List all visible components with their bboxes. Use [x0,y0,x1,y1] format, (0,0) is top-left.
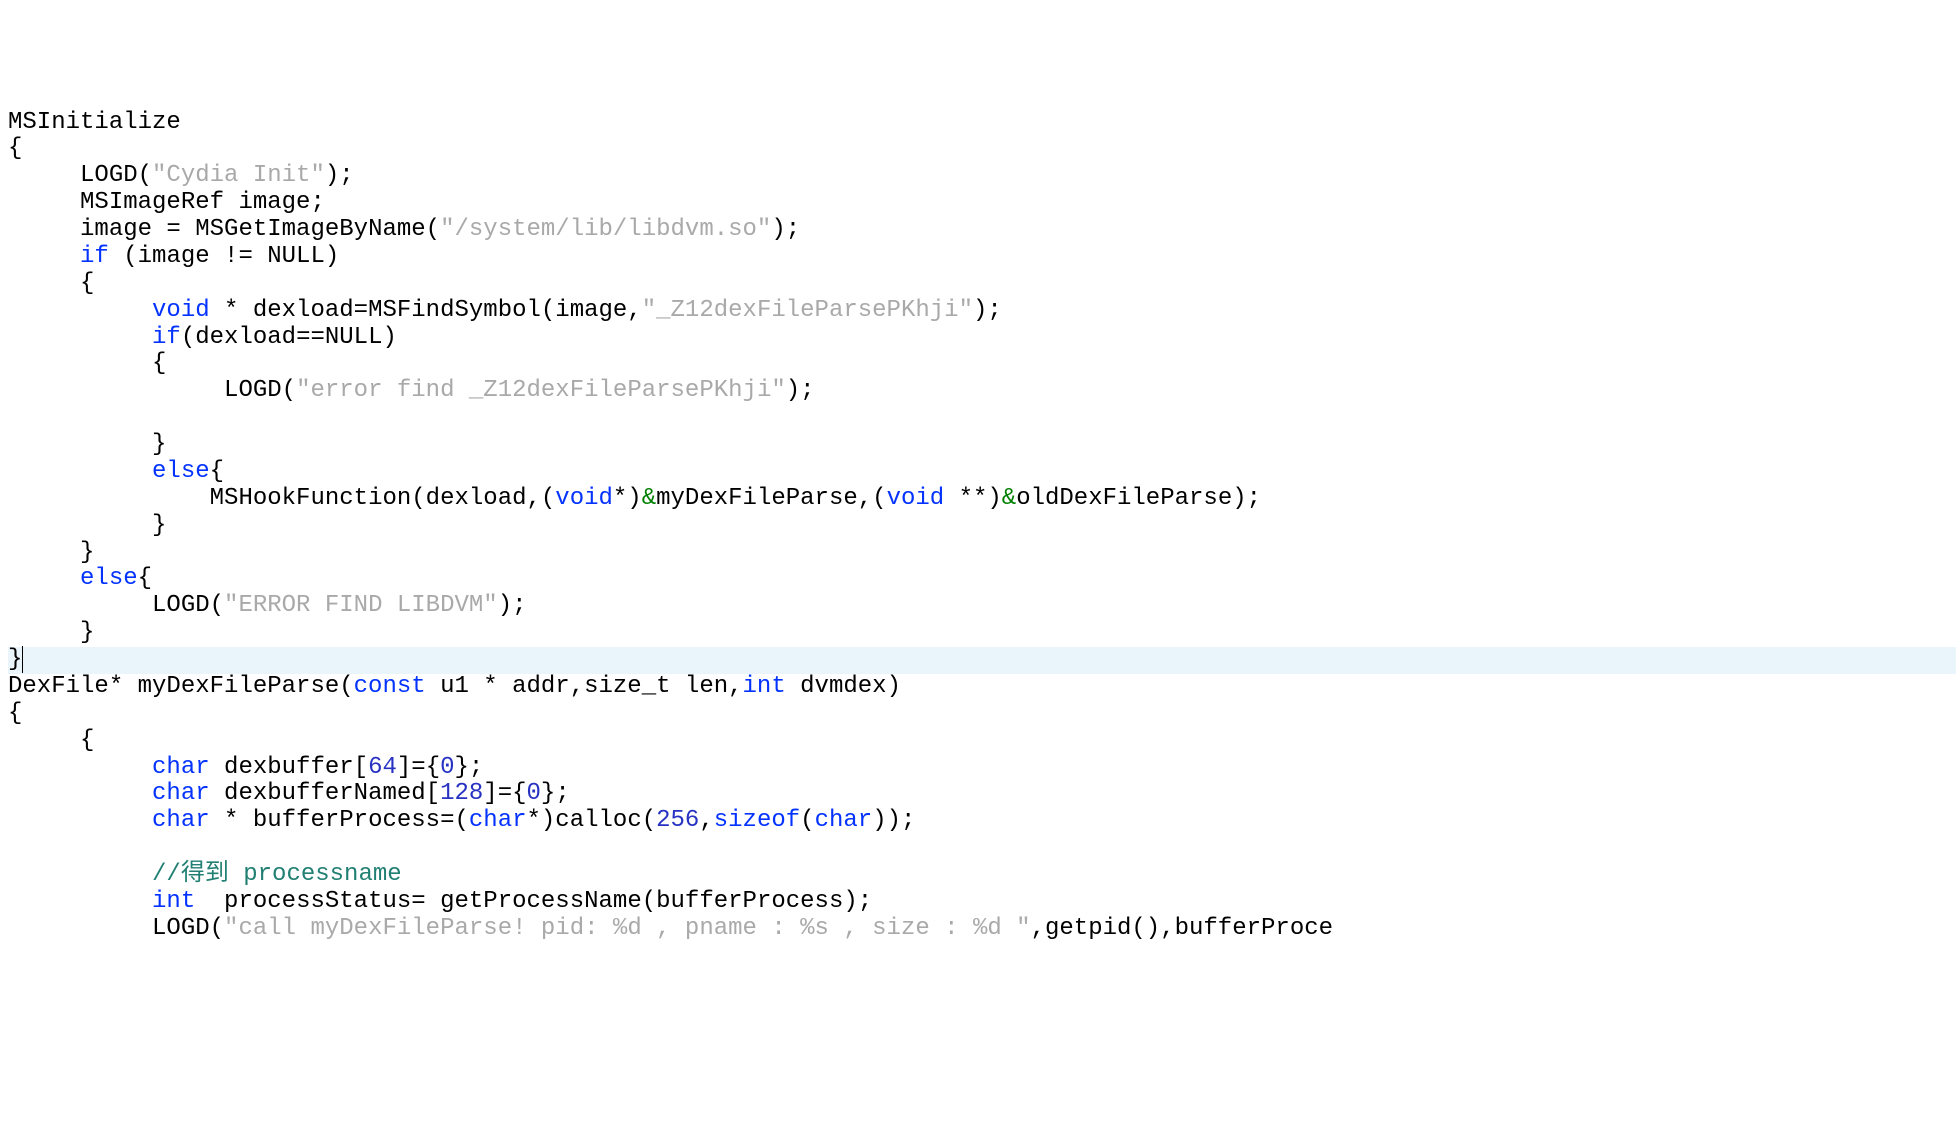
code-line: } [8,512,166,539]
code-line: MSImageRef image; [8,189,325,216]
code-line: { [8,135,22,162]
code-line: else{ [8,565,152,592]
code-line: } [8,619,94,646]
code-line: { [8,270,94,297]
code-line: image = MSGetImageByName("/system/lib/li… [8,216,800,243]
code-line: //得到 processname [8,861,402,888]
code-line: void * dexload=MSFindSymbol(image,"_Z12d… [8,297,1002,324]
code-line: if(dexload==NULL) [8,324,397,351]
code-line: char dexbuffer[64]={0}; [8,754,483,781]
code-line: LOGD("call myDexFileParse! pid: %d , pna… [8,915,1333,942]
code-line: LOGD("error find _Z12dexFileParsePKhji")… [8,377,815,404]
code-line: char * bufferProcess=(char*)calloc(256,s… [8,807,915,834]
code-line: if (image != NULL) [8,243,339,270]
code-line: { [8,727,94,754]
code-line: } [8,539,94,566]
code-line: int processStatus= getProcessName(buffer… [8,888,872,915]
code-line: { [8,350,166,377]
code-block: MSInitialize { LOGD("Cydia Init"); MSIma… [0,108,1956,943]
code-line: LOGD("Cydia Init"); [8,162,354,189]
code-line: MSHookFunction(dexload,(void*)&myDexFile… [8,485,1261,512]
code-line: else{ [8,458,224,485]
code-line: char dexbufferNamed[128]={0}; [8,780,570,807]
code-line-highlighted: } [8,647,1956,674]
code-line: DexFile* myDexFileParse(const u1 * addr,… [8,673,901,700]
code-line: { [8,700,22,727]
code-line: } [8,431,166,458]
code-line: MSInitialize [8,109,181,136]
code-line: LOGD("ERROR FIND LIBDVM"); [8,592,527,619]
